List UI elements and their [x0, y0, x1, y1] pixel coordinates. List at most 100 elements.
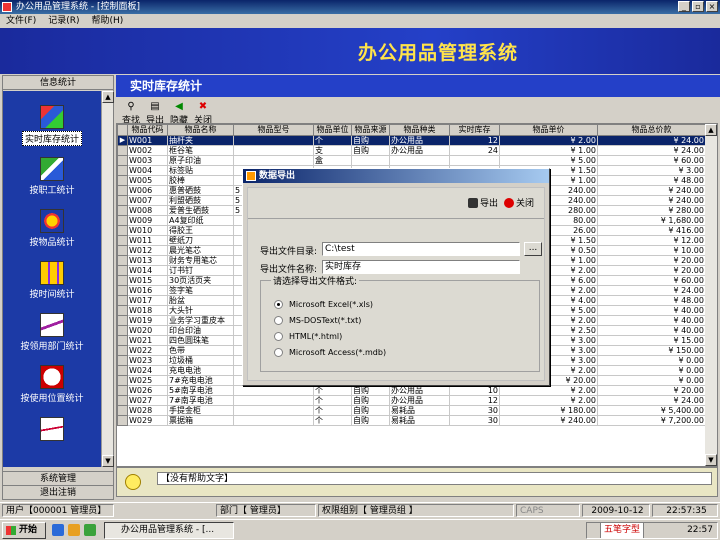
close-window-button[interactable]: ×	[706, 1, 718, 12]
table-cell[interactable]	[233, 405, 314, 416]
table-cell[interactable]: W008	[127, 205, 168, 216]
table-cell[interactable]: 晨光笔芯	[167, 245, 234, 256]
scroll-down-button[interactable]: ▼	[102, 455, 114, 467]
table-cell[interactable]: ¥ 1.00	[499, 145, 598, 156]
menu-record[interactable]: 记录(R)	[48, 14, 79, 28]
table-cell[interactable]: W020	[127, 325, 168, 336]
table-cell[interactable]: 票据箱	[167, 415, 234, 426]
table-cell[interactable]: 易耗品	[389, 405, 450, 416]
table-cell[interactable]	[233, 145, 314, 156]
table-cell[interactable]: 个	[313, 415, 352, 426]
format-radio-txt[interactable]: MS-DOSText(*.txt)	[274, 316, 361, 325]
system-management-button[interactable]: 系统管理	[3, 471, 113, 485]
table-cell[interactable]	[233, 135, 314, 146]
table-cell[interactable]: W004	[127, 165, 168, 176]
table-cell[interactable]: 自购	[351, 415, 390, 426]
table-cell[interactable]: W026	[127, 385, 168, 396]
table-cell[interactable]: W014	[127, 265, 168, 276]
table-cell[interactable]: W016	[127, 285, 168, 296]
table-cell[interactable]: 标签贴	[167, 165, 234, 176]
table-cell[interactable]	[389, 155, 450, 166]
table-row[interactable]: W027 7#南孚电池 个自购 办公用品 12 ¥ 2.00 ¥ 24.00	[117, 395, 706, 406]
table-cell[interactable]: W013	[127, 255, 168, 266]
table-cell[interactable]: ¥ 2.00	[499, 395, 598, 406]
scroll-up-button[interactable]: ▲	[102, 91, 114, 103]
table-cell[interactable]: 原子印油	[167, 155, 234, 166]
column-header[interactable]: 物品来源	[351, 124, 390, 136]
sidebar-header[interactable]: 信息统计	[3, 76, 113, 90]
table-cell[interactable]: ¥ 150.00	[597, 345, 706, 356]
table-cell[interactable]: 盒	[313, 155, 352, 166]
radio-indicator[interactable]	[274, 300, 283, 309]
dialog-export-button[interactable]: 导出	[468, 196, 498, 209]
nav-item-realtime-stock[interactable]: 实时库存统计	[3, 105, 101, 146]
table-cell[interactable]: ¥ 416.00	[597, 225, 706, 236]
radio-indicator[interactable]	[274, 316, 283, 325]
table-scroll-up[interactable]: ▲	[705, 124, 717, 136]
table-cell[interactable]: 框谷笔	[167, 145, 234, 156]
table-row[interactable]: W028 手提金柜 个自购 易耗品 30 ¥ 180.00 ¥ 5,400.00	[117, 405, 706, 416]
table-cell[interactable]: 个	[313, 135, 352, 146]
table-cell[interactable]: W028	[127, 405, 168, 416]
table-cell[interactable]: 印台印油	[167, 325, 234, 336]
column-header[interactable]: 物品单位	[313, 124, 352, 136]
table-cell[interactable]: W024	[127, 365, 168, 376]
table-cell[interactable]: ¥ 2.00	[499, 135, 598, 146]
table-cell[interactable]: ¥ 40.00	[597, 325, 706, 336]
table-cell[interactable]: ¥ 2.00	[499, 385, 598, 396]
table-cell[interactable]	[233, 385, 314, 396]
table-cell[interactable]: 签字笔	[167, 285, 234, 296]
table-cell[interactable]: 7#充电电池	[167, 375, 234, 386]
logout-button[interactable]: 退出注销	[3, 485, 113, 499]
column-header[interactable]: 物品总价款	[597, 124, 706, 136]
table-cell[interactable]: 四色圆珠笔	[167, 335, 234, 346]
table-cell[interactable]: W011	[127, 235, 168, 246]
table-cell[interactable]: 得胶王	[167, 225, 234, 236]
table-cell[interactable]: 30	[449, 415, 500, 426]
table-cell[interactable]: 30页活页夹	[167, 275, 234, 286]
table-cell[interactable]: ¥ 24.00	[597, 145, 706, 156]
table-cell[interactable]: A4复印纸	[167, 215, 234, 226]
table-cell[interactable]: ¥ 20.00	[597, 255, 706, 266]
table-row[interactable]: W026 5#南孚电池 个自购 办公用品 10 ¥ 2.00 ¥ 20.00	[117, 385, 706, 396]
table-cell[interactable]: ¥ 3.00	[597, 165, 706, 176]
table-cell[interactable]: ¥ 1,680.00	[597, 215, 706, 226]
table-scrollbar[interactable]: ▲ ▼	[705, 124, 717, 466]
table-cell[interactable]: ¥ 240.00	[597, 185, 706, 196]
table-cell[interactable]: 办公用品	[389, 385, 450, 396]
table-cell[interactable]: ¥ 12.00	[597, 235, 706, 246]
table-cell[interactable]: W019	[127, 315, 168, 326]
table-cell[interactable]	[233, 415, 314, 426]
table-cell[interactable]: W012	[127, 245, 168, 256]
table-cell[interactable]: ¥ 60.00	[597, 275, 706, 286]
column-header[interactable]: 物品型号	[233, 124, 314, 136]
export-dir-input[interactable]: C:\test	[322, 242, 520, 256]
radio-indicator[interactable]	[274, 348, 283, 357]
table-cell[interactable]: ¥ 24.00	[597, 285, 706, 296]
table-cell[interactable]: 12	[449, 395, 500, 406]
table-cell[interactable]: 易耗品	[389, 415, 450, 426]
table-cell[interactable]: ¥ 10.00	[597, 245, 706, 256]
menu-file[interactable]: 文件(F)	[6, 14, 36, 28]
table-cell[interactable]: ¥ 180.00	[499, 405, 598, 416]
column-header[interactable]: 物品种类	[389, 124, 450, 136]
table-cell[interactable]: 个	[313, 405, 352, 416]
table-cell[interactable]: ¥ 24.00	[597, 135, 706, 146]
column-header[interactable]: 物品单价	[499, 124, 598, 136]
table-row[interactable]: W002 框谷笔 支自购 办公用品 24 ¥ 1.00 ¥ 24.00	[117, 145, 706, 156]
table-cell[interactable]: ¥ 20.00	[597, 265, 706, 276]
quicklaunch-ie-icon[interactable]	[52, 524, 64, 536]
table-cell[interactable]: W025	[127, 375, 168, 386]
table-cell[interactable]: 爱普生硒鼓	[167, 205, 234, 216]
table-cell[interactable]: ¥ 40.00	[597, 305, 706, 316]
nav-item-by-time[interactable]: 按时间统计	[3, 261, 101, 300]
table-cell[interactable]: 抽杆夹	[167, 135, 234, 146]
browse-button[interactable]: ...	[524, 242, 542, 256]
table-cell[interactable]: ¥ 240.00	[499, 415, 598, 426]
table-cell[interactable]: 自购	[351, 395, 390, 406]
table-cell[interactable]	[449, 155, 500, 166]
taskbar-app-button[interactable]: 办公用品管理系统 - [...	[104, 522, 234, 539]
table-cell[interactable]: 财务专用笔芯	[167, 255, 234, 266]
table-cell[interactable]: ¥ 240.00	[597, 195, 706, 206]
table-cell[interactable]: 24	[449, 145, 500, 156]
